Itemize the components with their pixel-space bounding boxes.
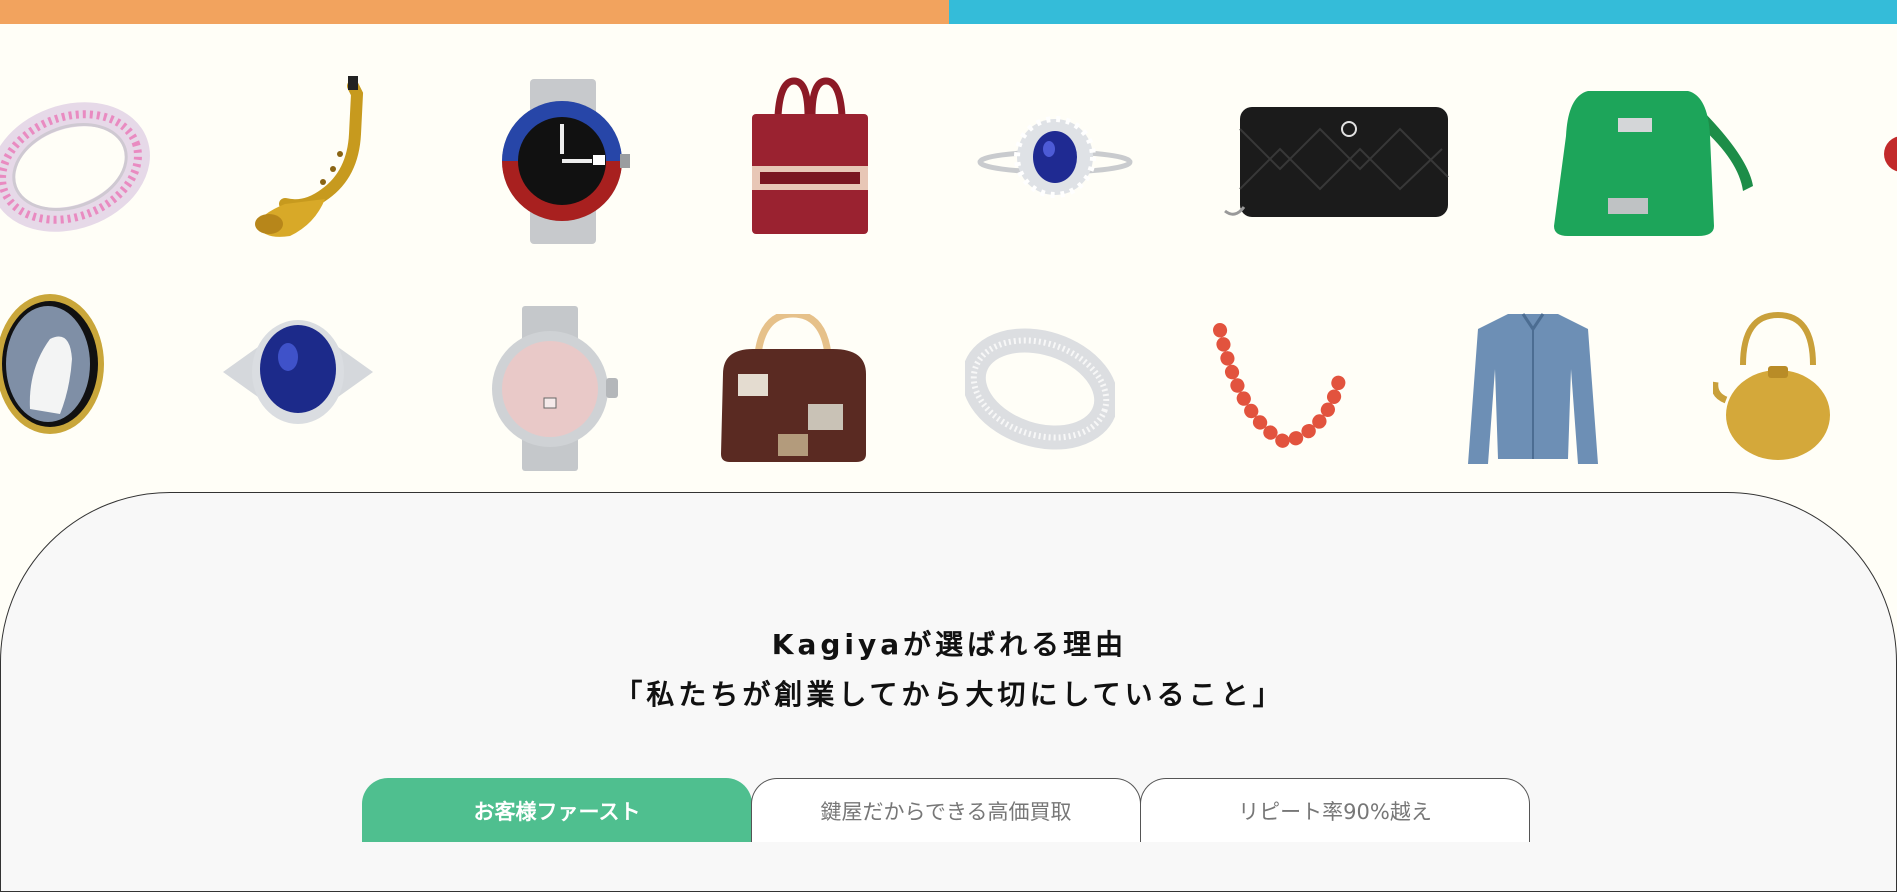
tab-high-price-purchase[interactable]: 鍵屋だからできる高価買取 <box>751 778 1141 842</box>
top-bar-orange-segment <box>0 0 949 24</box>
top-color-bar <box>0 0 1897 24</box>
denim-jacket-icon <box>1463 309 1603 473</box>
tab-customer-first[interactable]: お客様ファースト <box>362 778 752 842</box>
chanel-black-wallet-icon <box>1220 99 1460 233</box>
sapphire-diamond-ring-icon <box>975 102 1135 226</box>
pink-diamond-eternity-ring-icon <box>0 92 150 236</box>
hermes-green-bag-icon <box>1548 76 1758 250</box>
louis-vuitton-speedy-bag-icon <box>718 310 868 468</box>
coral-bead-necklace-icon <box>1210 320 1360 459</box>
dior-book-tote-bag-icon <box>750 76 870 240</box>
reasons-tab-bar: お客様ファースト 鍵屋だからできる高価買取 リピート率90%越え <box>362 778 1530 842</box>
tab-repeat-rate[interactable]: リピート率90%越え <box>1140 778 1530 842</box>
gold-saxophone-icon <box>245 74 375 248</box>
cartier-pink-watch-icon <box>492 306 622 475</box>
top-bar-blue-segment <box>949 0 1897 24</box>
diamond-band-ring-icon <box>961 324 1119 458</box>
product-gallery <box>0 24 1897 494</box>
reasons-title: Kagiyaが選ばれる理由 <box>771 628 1128 661</box>
cameo-brooch-icon <box>0 289 110 443</box>
red-coral-brooch-icon <box>1882 104 1897 208</box>
rolex-gmt-watch-icon <box>490 79 640 248</box>
sapphire-cocktail-ring-icon <box>218 307 378 441</box>
reasons-subtitle: 「私たちが創業してから大切にしていること」 <box>614 678 1285 711</box>
gold-kettle-icon <box>1711 310 1838 474</box>
